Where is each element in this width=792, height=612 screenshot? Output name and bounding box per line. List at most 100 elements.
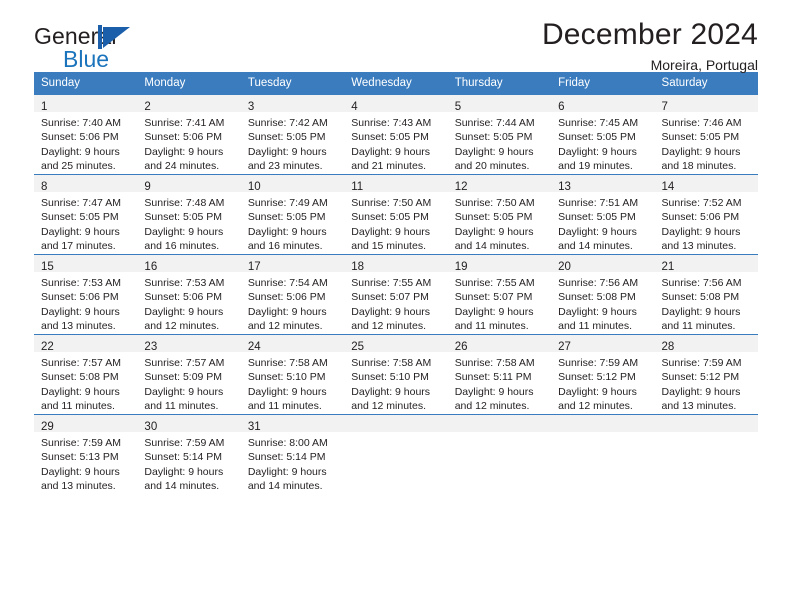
day-details: Sunrise: 7:59 AM Sunset: 5:13 PM Dayligh… <box>34 432 137 494</box>
daylight-text-line1: Daylight: 9 hours <box>558 145 637 158</box>
day-details: Sunrise: 7:51 AM Sunset: 5:05 PM Dayligh… <box>551 192 654 254</box>
day-number: 4 <box>351 101 358 113</box>
daylight-text-line1: Daylight: 9 hours <box>41 225 120 238</box>
day-cell[interactable]: 13 Sunrise: 7:51 AM Sunset: 5:05 PM Dayl… <box>551 174 655 255</box>
daylight-text-line2: and 14 minutes. <box>247 480 323 493</box>
day-number-band <box>344 415 448 432</box>
day-cell[interactable]: 3 Sunrise: 7:42 AM Sunset: 5:05 PM Dayli… <box>240 94 345 175</box>
day-details: Sunrise: 7:52 AM Sunset: 5:06 PM Dayligh… <box>655 192 758 254</box>
day-cell[interactable]: 5 Sunrise: 7:44 AM Sunset: 5:05 PM Dayli… <box>447 94 552 175</box>
daylight-text-line1: Daylight: 9 hours <box>661 385 741 398</box>
day-cell[interactable]: 21 Sunrise: 7:56 AM Sunset: 5:08 PM Dayl… <box>654 254 758 335</box>
sunset-text: Sunset: 5:09 PM <box>144 371 223 384</box>
sunrise-text: Sunrise: 7:53 AM <box>144 277 225 289</box>
day-cell-empty <box>447 414 552 494</box>
day-number-band: 24 <box>240 335 345 353</box>
day-cell[interactable]: 12 Sunrise: 7:50 AM Sunset: 5:05 PM Dayl… <box>447 174 552 255</box>
day-number: 22 <box>41 341 54 353</box>
day-cell[interactable]: 25 Sunrise: 7:58 AM Sunset: 5:10 PM Dayl… <box>344 334 448 415</box>
day-number-band: 5 <box>447 95 552 113</box>
day-details: Sunrise: 7:55 AM Sunset: 5:07 PM Dayligh… <box>448 272 551 334</box>
day-cell[interactable]: 30 Sunrise: 7:59 AM Sunset: 5:14 PM Dayl… <box>137 414 241 494</box>
day-number: 30 <box>144 421 158 433</box>
day-cell[interactable]: 18 Sunrise: 7:55 AM Sunset: 5:07 PM Dayl… <box>344 254 448 335</box>
sunrise-text: Sunrise: 7:41 AM <box>144 117 225 129</box>
daylight-text-line2: and 12 minutes. <box>351 400 426 413</box>
day-details: Sunrise: 7:56 AM Sunset: 5:08 PM Dayligh… <box>655 272 758 334</box>
day-cell[interactable]: 4 Sunrise: 7:43 AM Sunset: 5:05 PM Dayli… <box>344 94 448 175</box>
sunset-text: Sunset: 5:08 PM <box>661 291 740 304</box>
day-cell[interactable]: 23 Sunrise: 7:57 AM Sunset: 5:09 PM Dayl… <box>137 334 241 415</box>
page-title: December 2024 <box>541 18 758 51</box>
day-number: 7 <box>661 101 668 113</box>
day-details: Sunrise: 7:56 AM Sunset: 5:08 PM Dayligh… <box>551 272 654 334</box>
day-number: 26 <box>454 341 468 353</box>
day-details: Sunrise: 7:59 AM Sunset: 5:12 PM Dayligh… <box>551 352 654 414</box>
day-cell[interactable]: 22 Sunrise: 7:57 AM Sunset: 5:08 PM Dayl… <box>34 334 138 415</box>
daylight-text-line1: Daylight: 9 hours <box>144 225 224 238</box>
title-block: December 2024 Moreira, Portugal <box>542 18 758 75</box>
day-cell[interactable]: 26 Sunrise: 7:58 AM Sunset: 5:11 PM Dayl… <box>447 334 552 415</box>
sunset-text: Sunset: 5:05 PM <box>558 131 636 144</box>
daylight-text-line2: and 14 minutes. <box>558 240 633 253</box>
day-cell[interactable]: 9 Sunrise: 7:48 AM Sunset: 5:05 PM Dayli… <box>137 174 241 255</box>
day-number: 12 <box>454 181 468 193</box>
day-details: Sunrise: 7:43 AM Sunset: 5:05 PM Dayligh… <box>344 112 447 174</box>
day-cell-empty <box>344 414 448 494</box>
day-number: 16 <box>144 261 158 273</box>
sunrise-text: Sunrise: 7:44 AM <box>454 117 535 129</box>
daylight-text-line1: Daylight: 9 hours <box>454 385 534 398</box>
day-number: 14 <box>661 181 675 193</box>
day-number-band: 14 <box>654 175 758 193</box>
day-number-band: 13 <box>551 175 655 193</box>
day-cell[interactable]: 7 Sunrise: 7:46 AM Sunset: 5:05 PM Dayli… <box>654 94 758 175</box>
weekday-header-saturday: Saturday <box>654 72 758 95</box>
location-subtitle: Moreira, Portugal <box>650 57 758 73</box>
sunrise-text: Sunrise: 7:54 AM <box>247 277 328 289</box>
day-number: 10 <box>247 181 261 193</box>
day-number-band: 27 <box>551 335 655 353</box>
day-cell[interactable]: 10 Sunrise: 7:49 AM Sunset: 5:05 PM Dayl… <box>240 174 345 255</box>
day-cell[interactable]: 29 Sunrise: 7:59 AM Sunset: 5:13 PM Dayl… <box>34 414 138 494</box>
sunrise-text: Sunrise: 7:56 AM <box>558 277 639 289</box>
daylight-text-line2: and 17 minutes. <box>41 240 116 253</box>
day-cell[interactable]: 17 Sunrise: 7:54 AM Sunset: 5:06 PM Dayl… <box>240 254 345 335</box>
day-cell[interactable]: 27 Sunrise: 7:59 AM Sunset: 5:12 PM Dayl… <box>551 334 655 415</box>
day-cell[interactable]: 8 Sunrise: 7:47 AM Sunset: 5:05 PM Dayli… <box>34 174 138 255</box>
day-number: 31 <box>247 421 261 433</box>
day-cell[interactable]: 14 Sunrise: 7:52 AM Sunset: 5:06 PM Dayl… <box>654 174 758 255</box>
day-details: Sunrise: 7:54 AM Sunset: 5:06 PM Dayligh… <box>241 272 344 334</box>
day-cell[interactable]: 28 Sunrise: 7:59 AM Sunset: 5:12 PM Dayl… <box>654 334 758 415</box>
day-cell[interactable]: 6 Sunrise: 7:45 AM Sunset: 5:05 PM Dayli… <box>551 94 655 175</box>
day-cell[interactable]: 20 Sunrise: 7:56 AM Sunset: 5:08 PM Dayl… <box>551 254 655 335</box>
day-number-band: 1 <box>34 95 138 113</box>
day-cell[interactable]: 16 Sunrise: 7:53 AM Sunset: 5:06 PM Dayl… <box>137 254 241 335</box>
daylight-text-line1: Daylight: 9 hours <box>144 385 224 398</box>
day-cell[interactable]: 24 Sunrise: 7:58 AM Sunset: 5:10 PM Dayl… <box>240 334 345 415</box>
daylight-text-line1: Daylight: 9 hours <box>454 305 534 318</box>
day-cell[interactable]: 15 Sunrise: 7:53 AM Sunset: 5:06 PM Dayl… <box>34 254 138 335</box>
day-cell[interactable]: 19 Sunrise: 7:55 AM Sunset: 5:07 PM Dayl… <box>447 254 552 335</box>
daylight-text-line2: and 14 minutes. <box>454 240 530 253</box>
sunset-text: Sunset: 5:10 PM <box>351 371 429 384</box>
day-number: 17 <box>247 261 261 273</box>
sunrise-text: Sunrise: 7:53 AM <box>41 277 121 289</box>
day-number: 18 <box>351 261 365 273</box>
day-cell[interactable]: 2 Sunrise: 7:41 AM Sunset: 5:06 PM Dayli… <box>137 94 241 175</box>
day-cell[interactable]: 31 Sunrise: 8:00 AM Sunset: 5:14 PM Dayl… <box>240 414 345 494</box>
day-cell[interactable]: 11 Sunrise: 7:50 AM Sunset: 5:05 PM Dayl… <box>344 174 448 255</box>
sunrise-text: Sunrise: 7:57 AM <box>144 357 225 369</box>
day-number: 5 <box>454 101 462 113</box>
day-number: 23 <box>144 341 158 353</box>
daylight-text-line2: and 11 minutes. <box>661 320 736 333</box>
sunrise-text: Sunrise: 7:40 AM <box>41 117 121 129</box>
day-number-band <box>654 415 758 432</box>
daylight-text-line2: and 12 minutes. <box>247 320 323 333</box>
sunrise-text: Sunrise: 7:46 AM <box>661 117 742 129</box>
sunset-text: Sunset: 5:05 PM <box>661 131 740 144</box>
brand-logo[interactable]: General Blue <box>34 24 194 72</box>
sunset-text: Sunset: 5:06 PM <box>144 291 223 304</box>
weekday-header-wednesday: Wednesday <box>344 72 448 95</box>
day-cell[interactable]: 1 Sunrise: 7:40 AM Sunset: 5:06 PM Dayli… <box>34 94 138 175</box>
page-header: General Blue December 2024 Moreira, Port… <box>34 0 758 75</box>
